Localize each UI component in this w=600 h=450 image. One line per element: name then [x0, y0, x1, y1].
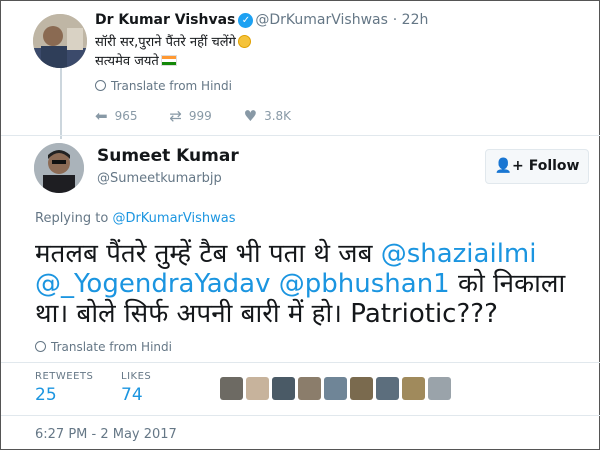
liker-avatar[interactable] — [272, 377, 295, 400]
parent-text-line1: सॉरी सर,पुराने पैंतरे नहीं चलेंगे — [95, 35, 236, 50]
translate-label: Translate from Hindi — [51, 340, 172, 354]
india-flag-icon — [160, 55, 177, 66]
text-segment: मतलब पैंतरे तुम्हें टैब भी पता थे जब — [35, 239, 381, 269]
parent-action-bar: ⬅ 965 ⇄ 999 ♥ 3.8K — [95, 107, 319, 125]
translate-link-parent[interactable]: Translate from Hindi — [95, 79, 232, 93]
likes-label: LIKES — [121, 371, 152, 382]
avatar-parent[interactable] — [33, 14, 87, 68]
liker-avatar[interactable] — [220, 377, 243, 400]
main-handle[interactable]: @Sumeetkumarbjp — [97, 171, 222, 186]
liker-avatar[interactable] — [428, 377, 451, 400]
parent-display-name[interactable]: Dr Kumar Vishvas — [95, 12, 235, 28]
reply-icon: ⬅ — [95, 107, 108, 125]
replying-to: Replying to @DrKumarVishwas — [35, 211, 236, 226]
retweets-count: 25 — [35, 385, 57, 405]
retweet-icon: ⇄ — [169, 107, 182, 125]
liker-avatars — [220, 377, 454, 404]
tweet-text-line3: था। बोले सिर्फ अपनी बारी में हो। Patriot… — [35, 299, 498, 329]
liker-avatar[interactable] — [350, 377, 373, 400]
parent-tweet-text: सॉरी सर,पुराने पैंतरे नहीं चलेंगे — [95, 32, 251, 50]
parent-text-line2: सत्यमेव जयते — [95, 54, 159, 69]
like-button[interactable]: ♥ 3.8K — [244, 107, 291, 125]
like-count: 3.8K — [264, 109, 292, 123]
tweet-text-line1: मतलब पैंतरे तुम्हें टैब भी पता थे जब @sh… — [35, 237, 595, 271]
translate-link-main[interactable]: Translate from Hindi — [35, 340, 172, 354]
parent-time[interactable]: · 22h — [393, 12, 429, 28]
liker-avatar[interactable] — [246, 377, 269, 400]
follow-button[interactable]: 👤+ Follow — [485, 149, 589, 184]
liker-avatar[interactable] — [402, 377, 425, 400]
globe-icon — [35, 341, 46, 352]
heart-icon: ♥ — [243, 107, 258, 125]
reply-button[interactable]: ⬅ 965 — [95, 107, 137, 125]
add-user-icon: 👤+ — [494, 158, 524, 174]
verified-badge-icon: ✓ — [238, 13, 254, 28]
mention-link[interactable]: @_YogendraYadav — [35, 269, 271, 299]
retweet-count: 999 — [188, 109, 212, 123]
liker-avatar[interactable] — [298, 377, 321, 400]
globe-icon — [95, 80, 106, 91]
divider — [1, 135, 600, 136]
translate-label: Translate from Hindi — [111, 79, 232, 93]
likes-stat[interactable]: LIKES 74 — [121, 371, 151, 405]
parent-handle[interactable]: @DrKumarVishwas — [255, 12, 388, 28]
parent-tweet-text-line2: सत्यमेव जयते — [95, 51, 177, 69]
liker-avatar[interactable] — [324, 377, 347, 400]
replying-prefix: Replying to — [35, 211, 109, 226]
parent-tweet-header[interactable]: Dr Kumar Vishvas ✓ @DrKumarVishwas · 22h — [95, 12, 428, 28]
follow-label: Follow — [528, 158, 580, 174]
tweet-card: Dr Kumar Vishvas ✓ @DrKumarVishwas · 22h स… — [0, 0, 600, 450]
divider — [1, 415, 600, 416]
retweets-stat[interactable]: RETWEETS 25 — [35, 371, 93, 405]
divider — [1, 362, 600, 363]
tweet-timestamp[interactable]: 6:27 PM - 2 May 2017 — [35, 427, 177, 442]
avatar-main[interactable] — [34, 143, 84, 193]
mention-link[interactable]: @pbhushan1 — [279, 269, 450, 299]
liker-avatar[interactable] — [376, 377, 399, 400]
retweet-button[interactable]: ⇄ 999 — [169, 107, 211, 125]
replying-to-mention[interactable]: @DrKumarVishwas — [112, 211, 235, 226]
text-segment: को निकाला — [449, 269, 566, 299]
likes-count: 74 — [121, 385, 143, 405]
tweet-text-line2: @_YogendraYadav @pbhushan1 को निकाला — [35, 267, 595, 301]
smiley-emoji-icon — [237, 35, 251, 48]
mention-link[interactable]: @shaziailmi — [381, 239, 537, 269]
retweets-label: RETWEETS — [35, 371, 94, 382]
reply-count: 965 — [114, 109, 138, 123]
main-display-name[interactable]: Sumeet Kumar — [97, 146, 239, 166]
thread-connector — [60, 67, 62, 139]
